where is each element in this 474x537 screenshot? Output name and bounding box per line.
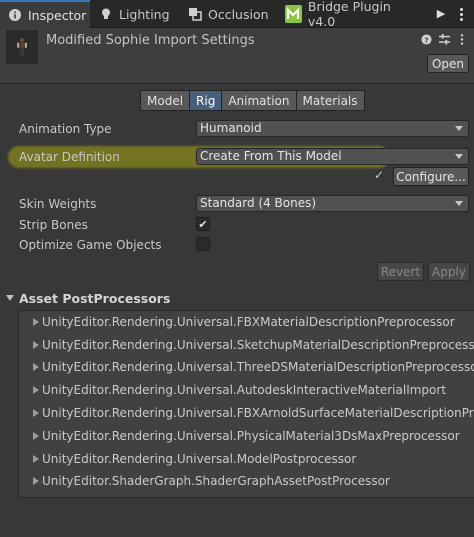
tab-occlusion[interactable]: Occlusion bbox=[180, 0, 276, 28]
strip-bones-checkbox[interactable]: ✔ bbox=[196, 217, 210, 231]
tab-inspector[interactable]: Inspector bbox=[0, 0, 90, 28]
tab-lighting[interactable]: Lighting bbox=[91, 0, 181, 28]
chevron-right-icon bbox=[33, 341, 39, 349]
postprocessors-list: UnityEditor.Rendering.Universal.FBXMater… bbox=[18, 310, 474, 498]
avatar-definition-value: Create From This Model bbox=[200, 149, 342, 163]
strip-bones-label: Strip Bones bbox=[19, 218, 88, 232]
tab-label: Bridge Plugin v4.0 bbox=[307, 0, 391, 29]
postprocessors-foldout[interactable]: Asset PostProcessors bbox=[0, 289, 474, 309]
editor-tab-bar: Inspector Lighting Occlusion Bridge Plug… bbox=[0, 0, 474, 29]
chevron-right-icon bbox=[33, 409, 39, 417]
tab-materials[interactable]: Materials bbox=[295, 90, 365, 111]
chevron-right-icon bbox=[33, 455, 39, 463]
tab-scroll-right-icon[interactable]: ▶ bbox=[434, 6, 448, 22]
lightbulb-icon bbox=[99, 7, 113, 21]
chevron-right-icon bbox=[33, 363, 39, 371]
configure-button[interactable]: Configure... bbox=[393, 167, 469, 186]
inspector-header: Modified Sophie Import Settings ? Open bbox=[0, 28, 474, 84]
tab-animation[interactable]: Animation bbox=[221, 90, 297, 111]
bridge-m-icon bbox=[285, 5, 302, 23]
chevron-right-icon bbox=[33, 318, 39, 326]
checkmark-icon: ✔ bbox=[198, 217, 208, 231]
tab-rig[interactable]: Rig bbox=[189, 90, 223, 111]
avatar-definition-label: Avatar Definition bbox=[19, 150, 120, 164]
presets-icon[interactable] bbox=[438, 32, 450, 46]
svg-text:?: ? bbox=[424, 35, 428, 44]
model-thumbnail bbox=[6, 30, 38, 64]
open-button[interactable]: Open bbox=[427, 54, 469, 73]
tab-label: Inspector bbox=[28, 7, 87, 23]
chevron-right-icon bbox=[33, 386, 39, 394]
tab-model[interactable]: Model bbox=[140, 90, 191, 111]
chevron-down-icon bbox=[455, 154, 463, 159]
tab-bridge-plugin[interactable]: Bridge Plugin v4.0 bbox=[277, 0, 415, 29]
occlusion-icon bbox=[188, 7, 202, 21]
chevron-right-icon bbox=[33, 477, 39, 485]
foldout-expanded-icon bbox=[6, 295, 14, 301]
optimize-game-objects-checkbox[interactable] bbox=[196, 237, 210, 251]
tab-label: Lighting bbox=[119, 6, 170, 22]
import-section-tabs: Model Rig Animation Materials bbox=[140, 90, 365, 111]
animation-type-value: Humanoid bbox=[200, 121, 262, 135]
page-title: Modified Sophie Import Settings bbox=[46, 33, 255, 48]
chevron-right-icon bbox=[33, 432, 39, 440]
avatar-valid-check-icon: ✓ bbox=[374, 168, 385, 182]
info-icon bbox=[8, 8, 22, 22]
revert-button[interactable]: Revert bbox=[377, 262, 424, 281]
optimize-game-objects-label: Optimize Game Objects bbox=[19, 238, 162, 252]
tab-label: Occlusion bbox=[208, 6, 269, 22]
chevron-down-icon bbox=[455, 126, 463, 131]
animation-type-label: Animation Type bbox=[19, 122, 112, 136]
context-menu-icon[interactable] bbox=[456, 32, 468, 46]
tab-menu-icon[interactable] bbox=[454, 6, 468, 22]
chevron-down-icon bbox=[455, 201, 463, 206]
help-icon[interactable]: ? bbox=[420, 32, 432, 46]
avatar-definition-dropdown[interactable]: Create From This Model bbox=[196, 148, 469, 165]
postprocessors-title: Asset PostProcessors bbox=[19, 291, 171, 306]
skin-weights-value: Standard (4 Bones) bbox=[200, 196, 317, 210]
animation-type-dropdown[interactable]: Humanoid bbox=[196, 120, 469, 137]
skin-weights-label: Skin Weights bbox=[19, 197, 97, 211]
skin-weights-dropdown[interactable]: Standard (4 Bones) bbox=[196, 195, 469, 212]
apply-button[interactable]: Apply bbox=[428, 262, 470, 281]
